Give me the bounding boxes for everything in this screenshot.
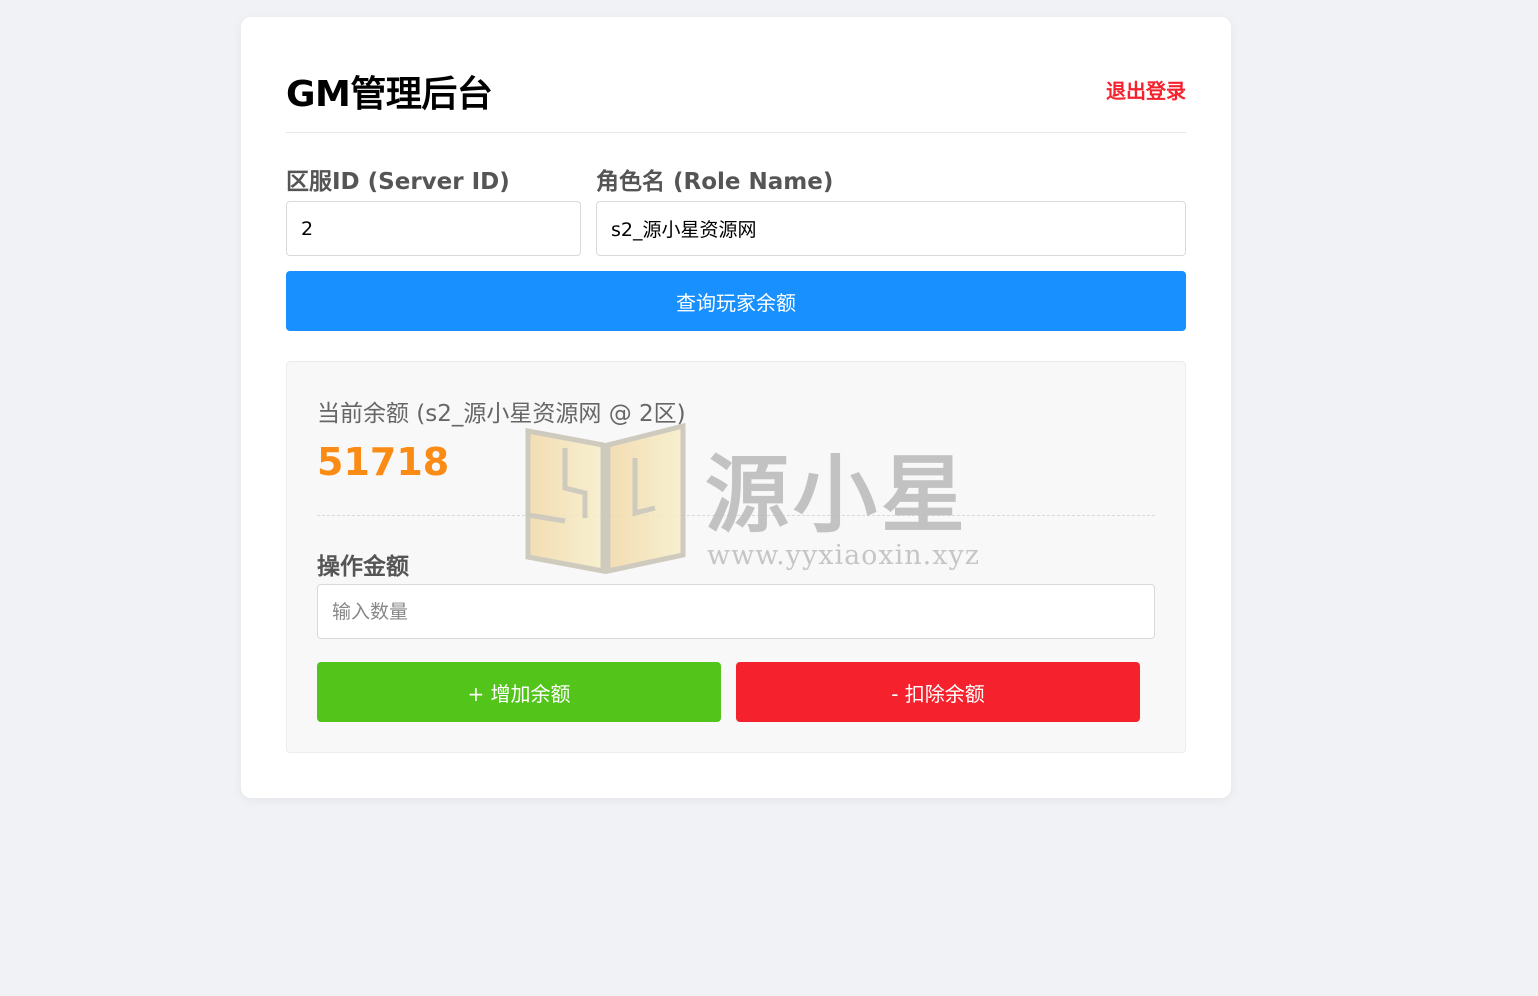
amount-input[interactable] (317, 584, 1155, 639)
balance-panel: 当前余额 (s2_源小星资源网 @ 2区) 51718 操作金额 + 增加余额 … (286, 361, 1186, 753)
page-header: GM管理后台 退出登录 (286, 57, 1186, 133)
current-balance-label: 当前余额 (s2_源小星资源网 @ 2区) (317, 401, 686, 427)
deduct-balance-button[interactable]: - 扣除余额 (736, 662, 1140, 722)
server-id-input[interactable] (286, 201, 581, 256)
query-balance-button[interactable]: 查询玩家余额 (286, 271, 1186, 331)
amount-label: 操作金额 (317, 554, 409, 580)
role-name-input[interactable] (596, 201, 1186, 256)
divider (317, 515, 1155, 516)
server-id-label: 区服ID (Server ID) (286, 169, 510, 195)
page-title: GM管理后台 (286, 74, 493, 115)
role-name-label: 角色名 (Role Name) (596, 169, 834, 195)
logout-link[interactable]: 退出登录 (1106, 75, 1186, 104)
add-balance-button[interactable]: + 增加余额 (317, 662, 721, 722)
gm-admin-card: GM管理后台 退出登录 区服ID (Server ID) 角色名 (Role N… (241, 17, 1231, 798)
current-balance-value: 51718 (317, 440, 450, 484)
